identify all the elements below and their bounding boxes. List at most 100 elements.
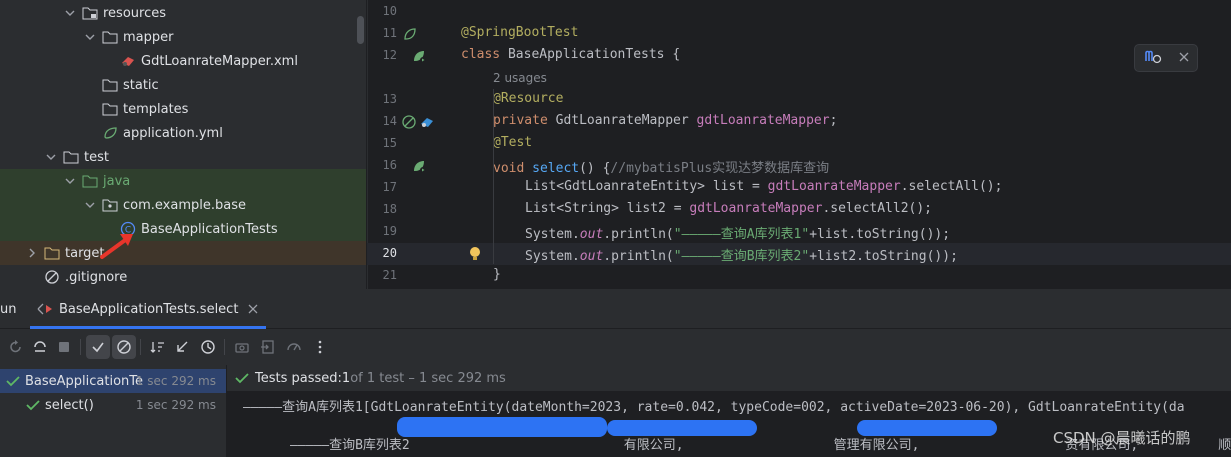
code-editor[interactable]: 10 11 @SpringBootTest 12 class BaseAppli… — [367, 0, 1231, 289]
toolbar-separator — [140, 339, 141, 355]
tree-item-base-application-tests[interactable]: C BaseApplicationTests — [0, 217, 366, 241]
line-number: 12 — [382, 48, 397, 62]
tree-item-static[interactable]: static — [0, 73, 366, 97]
screenshot-icon[interactable] — [230, 335, 254, 359]
code-line[interactable]: 13 @Resource — [367, 89, 1231, 111]
line-number: 16 — [382, 158, 397, 172]
code-line[interactable]: 12 class BaseApplicationTests { — [367, 45, 1231, 67]
line-number: 19 — [382, 224, 397, 238]
code-line[interactable]: 19 System.out.println("—————查询A库列表1"+lis… — [367, 221, 1231, 243]
rerun-failed-icon[interactable] — [28, 335, 52, 359]
code-line[interactable]: 17 List<GdtLoanrateEntity> list = gdtLoa… — [367, 177, 1231, 199]
chevron-down-icon[interactable] — [45, 151, 57, 163]
check-icon — [235, 372, 249, 384]
rerun-icon[interactable] — [4, 335, 28, 359]
ai-assistant-popup[interactable] — [1134, 44, 1198, 72]
test-result-class[interactable]: BaseApplicationTe 1 sec 292 ms — [0, 369, 226, 393]
tree-item-label: java — [103, 173, 131, 189]
redaction-scribble — [607, 420, 757, 436]
tree-item-mapper-xml[interactable]: GdtLoanrateMapper.xml — [0, 49, 366, 73]
test-name: select() — [45, 397, 94, 413]
tab-run-configuration[interactable]: BaseApplicationTests.select — [30, 289, 258, 329]
tree-item-gitignore[interactable]: .gitignore — [0, 265, 366, 289]
code-line[interactable]: 14 private GdtLoanrateMapper gdtLoanrate… — [367, 111, 1231, 133]
tree-item-java[interactable]: java — [0, 169, 366, 193]
tree-item-target[interactable]: target — [0, 241, 366, 265]
folder-icon — [63, 149, 79, 165]
tree-item-label: target — [65, 245, 105, 261]
chevron-right-icon[interactable] — [26, 247, 38, 259]
redaction-scribble — [857, 420, 997, 436]
tree-scrollbar[interactable] — [357, 16, 364, 44]
line-number: 17 — [382, 180, 397, 194]
code-line[interactable]: 18 List<String> list2 = gdtLoanrateMappe… — [367, 199, 1231, 221]
tree-item-label: resources — [103, 5, 167, 21]
test-result-method[interactable]: select() 1 sec 292 ms — [0, 393, 226, 417]
code-line-current[interactable]: 20 System.out.println("—————查询B库列表2"+lis… — [367, 243, 1231, 265]
redaction-scribble — [397, 417, 607, 437]
chevron-down-icon[interactable] — [64, 175, 76, 187]
line-number: 18 — [382, 202, 397, 216]
annotation-arrow — [100, 234, 133, 259]
code-line[interactable]: 11 @SpringBootTest — [367, 23, 1231, 45]
sort-icon[interactable] — [146, 335, 170, 359]
code-text: @SpringBootTest — [461, 25, 579, 40]
spring-bean-icon[interactable] — [402, 26, 418, 42]
test-results-tree: BaseApplicationTe 1 sec 292 ms select() … — [0, 365, 226, 457]
package-icon — [102, 197, 118, 213]
more-options-icon[interactable] — [308, 335, 332, 359]
status-passed-count: 1 — [341, 370, 351, 386]
spring-yaml-icon — [102, 125, 118, 141]
tree-item-label: BaseApplicationTests — [141, 221, 278, 237]
mybatis-xml-icon — [120, 53, 136, 69]
csdn-watermark: CSDN @晨曦话的鹏 — [1053, 429, 1191, 447]
usages-hint[interactable]: 2 usages — [493, 71, 547, 85]
coverage-icon[interactable] — [282, 335, 306, 359]
code-line[interactable]: 10 — [367, 1, 1231, 23]
code-line[interactable]: 16 void select() {//mybatisPlus实现达梦数据库查询 — [367, 155, 1231, 177]
code-text: System.out.println("—————查询B库列表2"+list2.… — [525, 249, 958, 264]
chevron-down-icon[interactable] — [84, 31, 96, 43]
tree-item-resources[interactable]: resources — [0, 1, 366, 25]
import-tests-icon[interactable] — [256, 335, 280, 359]
test-duration: 1 sec 292 ms — [135, 398, 216, 412]
ignore-file-icon — [44, 269, 60, 285]
code-text: @Resource — [493, 91, 564, 106]
tree-item-test[interactable]: test — [0, 145, 366, 169]
code-line[interactable]: 15 @Test — [367, 133, 1231, 155]
chevron-down-icon[interactable] — [84, 199, 96, 211]
lightbulb-icon[interactable] — [467, 246, 483, 262]
code-text: class BaseApplicationTests { — [461, 47, 681, 62]
run-test-icon[interactable] — [411, 48, 427, 64]
tree-item-label: templates — [123, 101, 189, 117]
code-text: List<GdtLoanrateEntity> list = gdtLoanra… — [525, 179, 1003, 194]
test-history-icon[interactable] — [196, 335, 220, 359]
tree-item-application-yml[interactable]: application.yml — [0, 121, 366, 145]
run-panel-title: un — [0, 302, 17, 317]
indent-guide — [493, 89, 494, 264]
ai-assistant-icon[interactable] — [1144, 48, 1162, 68]
test-status-bar: Tests passed: 1 of 1 test – 1 sec 292 ms — [227, 365, 1231, 391]
autowired-bean-icon[interactable] — [401, 114, 417, 130]
show-passed-icon[interactable] — [86, 335, 110, 359]
mybatis-mapper-icon[interactable] — [419, 114, 435, 130]
folder-icon — [102, 77, 118, 93]
code-text: } — [493, 267, 501, 282]
chevron-down-icon[interactable] — [64, 7, 76, 19]
tree-item-templates[interactable]: templates — [0, 97, 366, 121]
usages-hint-line[interactable]: 2 usages — [367, 67, 1231, 89]
show-ignored-icon[interactable] — [112, 335, 136, 359]
tree-item-mapper[interactable]: mapper — [0, 25, 366, 49]
stop-icon[interactable] — [52, 335, 76, 359]
tree-item-label: application.yml — [123, 125, 223, 141]
run-test-icon[interactable] — [411, 158, 427, 174]
check-icon — [26, 399, 40, 411]
collapse-icon[interactable] — [170, 335, 194, 359]
close-icon[interactable] — [1179, 51, 1189, 66]
close-tab-icon[interactable] — [248, 304, 258, 314]
tab-label: BaseApplicationTests.select — [59, 301, 239, 317]
tree-item-package[interactable]: com.example.base — [0, 193, 366, 217]
line-number: 20 — [382, 246, 397, 260]
test-sources-folder-icon — [82, 173, 98, 189]
code-line[interactable]: 21 } — [367, 265, 1231, 287]
